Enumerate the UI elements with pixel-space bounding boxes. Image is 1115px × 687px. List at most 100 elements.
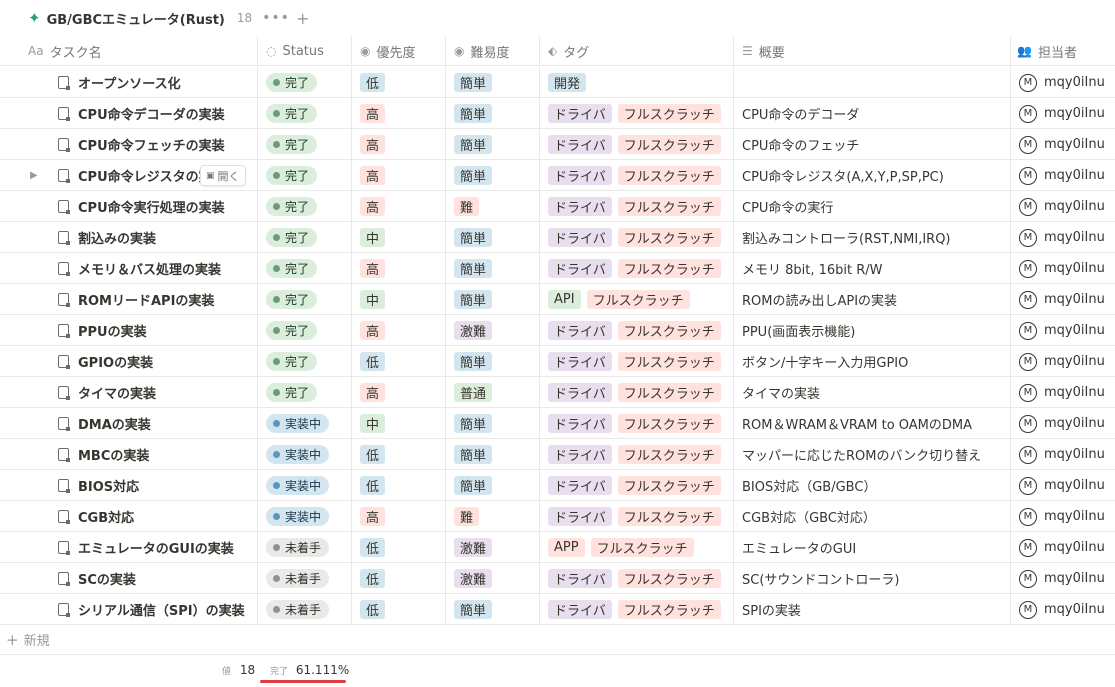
priority-cell[interactable]: 高 — [352, 191, 446, 222]
tags-cell[interactable]: ドライバ フルスクラッチ — [540, 563, 734, 594]
difficulty-cell[interactable]: 難 — [446, 501, 540, 532]
status-cell[interactable]: 完了 — [258, 315, 352, 346]
tags-cell[interactable]: ドライバ フルスクラッチ — [540, 253, 734, 284]
table-row[interactable]: メモリ＆バス処理の実装 完了高簡単 ドライバ フルスクラッチ メモリ 8bit, 16b… — [0, 253, 1115, 284]
owner-cell[interactable]: Mmqy0iInu — [1011, 315, 1115, 346]
tags-cell[interactable]: ドライバ フルスクラッチ — [540, 501, 734, 532]
owner-cell[interactable]: Mmqy0iInu — [1011, 284, 1115, 315]
owner-cell[interactable]: Mmqy0iInu — [1011, 470, 1115, 501]
task-name-cell[interactable]: 割込みの実装 — [0, 222, 258, 253]
difficulty-cell[interactable]: 普通 — [446, 377, 540, 408]
owner-cell[interactable]: Mmqy0iInu — [1011, 532, 1115, 563]
column-header-tags[interactable]: ⬖ タグ — [540, 36, 734, 66]
tags-cell[interactable]: ドライバ フルスクラッチ — [540, 594, 734, 625]
status-cell[interactable]: 完了 — [258, 377, 352, 408]
owner-cell[interactable]: Mmqy0iInu — [1011, 346, 1115, 377]
table-row[interactable]: エミュレータのGUIの実装 未着手 低 激難 APP フルスクラッチ エミュレータのGUI M… — [0, 532, 1115, 563]
task-name[interactable]: タイマの実装 — [78, 383, 156, 402]
summary-cell[interactable]: CPU命令のデコーダ — [734, 98, 1011, 129]
table-row[interactable]: CPU命令実行処理の実装 完了 高 難 ドライバ フルスクラッチ CPU命令の実行 Mmqy0… — [0, 191, 1115, 222]
priority-cell[interactable]: 高 — [352, 253, 446, 284]
task-name-cell[interactable]: BIOS対応 — [0, 470, 258, 501]
database-title[interactable]: GB/GBCエミュレータ(Rust) — [47, 9, 225, 28]
difficulty-cell[interactable]: 簡単 — [446, 129, 540, 160]
status-cell[interactable]: 完了 — [258, 98, 352, 129]
tags-cell[interactable]: ドライバ フルスクラッチ — [540, 408, 734, 439]
status-cell[interactable]: 完了 — [258, 253, 352, 284]
priority-cell[interactable]: 低 — [352, 532, 446, 563]
task-name-cell[interactable]: CPU命令実行処理の実装 — [0, 191, 258, 222]
owner-cell[interactable]: Mmqy0iInu — [1011, 222, 1115, 253]
owner-cell[interactable]: Mmqy0iInu — [1011, 408, 1115, 439]
status-cell[interactable]: 実装中 — [258, 439, 352, 470]
tags-cell[interactable]: ドライバ フルスクラッチ — [540, 377, 734, 408]
difficulty-cell[interactable]: 難 — [446, 191, 540, 222]
column-header-priority[interactable]: ◉ 優先度 — [352, 36, 446, 66]
task-name-cell[interactable]: タイマの実装 — [0, 377, 258, 408]
priority-cell[interactable]: 中 — [352, 222, 446, 253]
tags-cell[interactable]: ドライバ フルスクラッチ — [540, 129, 734, 160]
status-cell[interactable]: 未着手 — [258, 563, 352, 594]
difficulty-cell[interactable]: 簡単 — [446, 346, 540, 377]
count-calculation[interactable]: 値 18 — [222, 663, 255, 677]
summary-cell[interactable]: タイマの実装 — [734, 377, 1011, 408]
tags-cell[interactable]: 開発 — [540, 67, 734, 98]
owner-cell[interactable]: Mmqy0iInu — [1011, 377, 1115, 408]
difficulty-cell[interactable]: 激難 — [446, 563, 540, 594]
task-name[interactable]: CGB対応 — [78, 507, 134, 526]
difficulty-cell[interactable]: 簡単 — [446, 253, 540, 284]
task-name[interactable]: SCの実装 — [78, 569, 136, 588]
owner-cell[interactable]: Mmqy0iInu — [1011, 253, 1115, 284]
table-row[interactable]: CGB対応 実装中 高 難 ドライバ フルスクラッチ CGB対応（GBC対応） Mmqy0iI… — [0, 501, 1115, 532]
summary-cell[interactable]: メモリ 8bit, 16bit R/W — [734, 253, 1011, 284]
expand-toggle-icon[interactable]: ▶ — [30, 160, 38, 191]
owner-cell[interactable]: Mmqy0iInu — [1011, 98, 1115, 129]
column-header-summary[interactable]: ☰ 概要 — [734, 36, 1011, 66]
owner-cell[interactable]: Mmqy0iInu — [1011, 191, 1115, 222]
difficulty-cell[interactable]: 簡単 — [446, 160, 540, 191]
difficulty-cell[interactable]: 簡単 — [446, 284, 540, 315]
summary-cell[interactable]: CPU命令のフェッチ — [734, 129, 1011, 160]
priority-cell[interactable]: 高 — [352, 98, 446, 129]
tags-cell[interactable]: APP フルスクラッチ — [540, 532, 734, 563]
task-name[interactable]: PPUの実装 — [78, 321, 147, 340]
table-row[interactable]: PPUの実装 完了 高 激難 ドライバ フルスクラッチ PPU(画面表示機能) Mmqy0iI… — [0, 315, 1115, 346]
difficulty-cell[interactable]: 激難 — [446, 315, 540, 346]
difficulty-cell[interactable]: 激難 — [446, 532, 540, 563]
task-name-cell[interactable]: CPU命令デコーダの実装 — [0, 98, 258, 129]
task-name-cell[interactable]: PPUの実装 — [0, 315, 258, 346]
task-name[interactable]: DMAの実装 — [78, 414, 151, 433]
column-header-status[interactable]: ◌ Status — [258, 36, 352, 66]
status-cell[interactable]: 完了 — [258, 222, 352, 253]
summary-cell[interactable]: CPU命令レジスタ(A,X,Y,P,SP,PC) — [734, 160, 1011, 191]
priority-cell[interactable]: 高 — [352, 315, 446, 346]
owner-cell[interactable]: Mmqy0iInu — [1011, 594, 1115, 625]
table-row[interactable]: CPU命令レジスタの実 ▶ ▣ 開く 完了 高 簡単 ドライバ フルスクラッチ CPU命令レジスタ… — [0, 160, 1115, 191]
tags-cell[interactable]: ドライバ フルスクラッチ — [540, 222, 734, 253]
difficulty-cell[interactable]: 簡単 — [446, 408, 540, 439]
table-row[interactable]: CPU命令フェッチの実装 完了 高 簡単 ドライバ フルスクラッチ CPU命令のフェッチ Mm… — [0, 129, 1115, 160]
status-cell[interactable]: 完了 — [258, 284, 352, 315]
summary-cell[interactable]: CGB対応（GBC対応） — [734, 501, 1011, 532]
difficulty-cell[interactable]: 簡単 — [446, 439, 540, 470]
new-row-button[interactable]: + 新規 — [0, 625, 1115, 655]
tags-cell[interactable]: ドライバ フルスクラッチ — [540, 346, 734, 377]
status-cell[interactable]: 実装中 — [258, 501, 352, 532]
summary-cell[interactable]: ROMの読み出しAPIの実装 — [734, 284, 1011, 315]
summary-cell[interactable]: ボタン/十字キー入力用GPIO — [734, 346, 1011, 377]
task-name-cell[interactable]: CGB対応 — [0, 501, 258, 532]
difficulty-cell[interactable]: 簡単 — [446, 470, 540, 501]
owner-cell[interactable]: Mmqy0iInu — [1011, 160, 1115, 191]
summary-cell[interactable]: 割込みコントローラ(RST,NMI,IRQ) — [734, 222, 1011, 253]
priority-cell[interactable]: 低 — [352, 563, 446, 594]
priority-cell[interactable]: 高 — [352, 377, 446, 408]
table-row[interactable]: MBCの実装 実装中低簡単 ドライバ フルスクラッチ マッパーに応じたROMのバンク切り… — [0, 439, 1115, 470]
task-name[interactable]: CPU命令フェッチの実装 — [78, 135, 225, 154]
task-name-cell[interactable]: シリアル通信（SPI）の実装 — [0, 594, 258, 625]
priority-cell[interactable]: 低 — [352, 67, 446, 98]
task-name[interactable]: CPU命令実行処理の実装 — [78, 197, 225, 216]
status-cell[interactable]: 実装中 — [258, 470, 352, 501]
task-name[interactable]: エミュレータのGUIの実装 — [78, 538, 234, 557]
tags-cell[interactable]: API フルスクラッチ — [540, 284, 734, 315]
tags-cell[interactable]: ドライバ フルスクラッチ — [540, 191, 734, 222]
